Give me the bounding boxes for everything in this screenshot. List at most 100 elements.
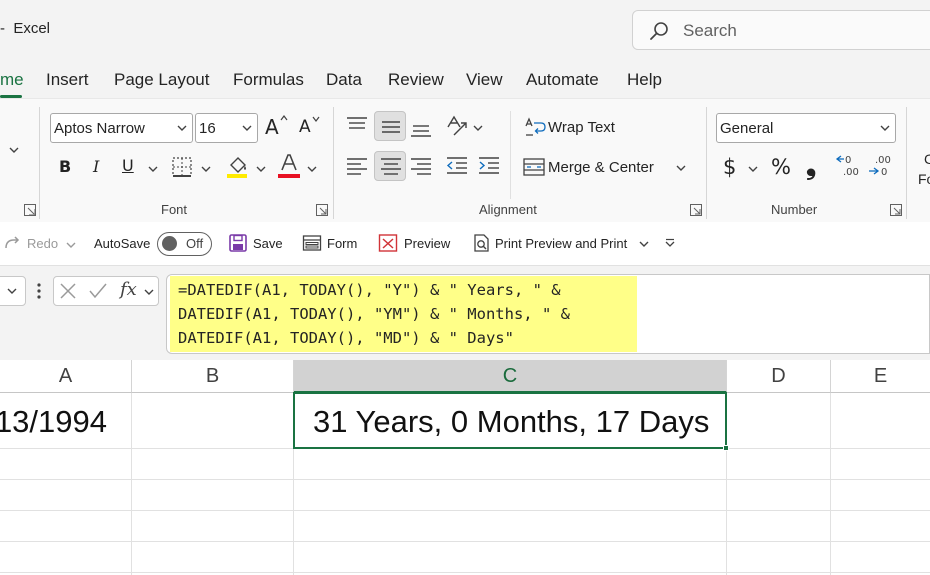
alignment-group-label: Alignment xyxy=(479,202,537,217)
grow-font-button[interactable]: A xyxy=(263,113,291,141)
preview-icon[interactable] xyxy=(378,233,398,253)
search-box[interactable]: Search xyxy=(632,10,930,50)
formula-line-2[interactable]: DATEDIF(A1, TODAY(), "YM") & " Months, "… xyxy=(178,305,570,323)
align-center-icon xyxy=(381,158,401,175)
redo-icon[interactable] xyxy=(2,234,22,254)
chevron-down-icon[interactable] xyxy=(201,164,211,174)
shrink-font-button[interactable]: A xyxy=(295,113,323,141)
form-icon[interactable] xyxy=(302,233,322,253)
font-launcher-icon[interactable] xyxy=(316,204,328,216)
group-divider xyxy=(706,107,707,219)
autosave-toggle[interactable]: Off xyxy=(157,232,212,256)
wrap-text-icon xyxy=(525,117,546,136)
column-header-d[interactable]: D xyxy=(727,360,831,393)
group-divider xyxy=(906,107,907,219)
column-header-e[interactable]: E xyxy=(831,360,930,393)
chevron-down-icon[interactable] xyxy=(66,240,76,250)
customize-qat-icon[interactable] xyxy=(665,238,675,248)
column-header-b[interactable]: B xyxy=(132,360,294,393)
merge-center-button[interactable]: Merge & Center xyxy=(520,153,690,181)
tab-view[interactable]: View xyxy=(466,70,503,90)
font-color-icon[interactable] xyxy=(277,153,301,179)
preview-label[interactable]: Preview xyxy=(404,236,450,251)
chevron-down-icon[interactable] xyxy=(144,287,154,297)
redo-label[interactable]: Redo xyxy=(27,236,58,251)
chevron-down-icon[interactable] xyxy=(473,123,483,133)
increase-indent-icon[interactable] xyxy=(476,153,502,179)
gridline xyxy=(0,510,930,511)
borders-icon[interactable] xyxy=(170,155,194,179)
column-header-c[interactable]: C xyxy=(294,360,727,393)
grow-font-icon: A xyxy=(265,115,279,139)
number-launcher-icon[interactable] xyxy=(890,204,902,216)
font-size-combo[interactable]: 16 xyxy=(195,113,258,143)
fill-color-icon[interactable] xyxy=(225,153,251,179)
font-name-combo[interactable]: Aptos Narrow xyxy=(50,113,193,143)
tab-insert[interactable]: Insert xyxy=(46,70,89,90)
column-header-a[interactable]: A xyxy=(0,360,132,393)
chevron-down-icon[interactable] xyxy=(256,164,266,174)
print-preview-icon[interactable] xyxy=(471,233,491,253)
clipped-label-2: Fo xyxy=(918,171,930,187)
decrease-decimal-icon[interactable]: .000 xyxy=(866,153,896,181)
chevron-down-icon xyxy=(177,125,187,131)
percent-button[interactable]: % xyxy=(771,155,791,179)
name-box[interactable] xyxy=(0,276,26,306)
wrap-text-button[interactable]: Wrap Text xyxy=(520,113,640,141)
clipboard-launcher-icon[interactable] xyxy=(24,204,36,216)
tab-home[interactable]: me xyxy=(0,70,24,98)
chevron-down-icon[interactable] xyxy=(148,164,158,174)
align-bottom-icon[interactable] xyxy=(408,113,434,139)
formula-line-1[interactable]: =DATEDIF(A1, TODAY(), "Y") & " Years, " … xyxy=(178,281,561,299)
search-icon xyxy=(650,22,668,40)
more-options-icon[interactable] xyxy=(36,282,42,300)
tab-page-layout[interactable]: Page Layout xyxy=(114,70,209,90)
chevron-down-icon xyxy=(242,125,252,131)
chevron-down-icon[interactable] xyxy=(639,239,649,249)
increase-decimal-icon[interactable]: 0.00 xyxy=(834,153,864,181)
underline-icon: U xyxy=(122,156,134,175)
tab-automate[interactable]: Automate xyxy=(526,70,599,90)
print-preview-label[interactable]: Print Preview and Print xyxy=(495,236,627,251)
insert-function-icon[interactable]: fx xyxy=(120,279,137,300)
decrease-indent-icon[interactable] xyxy=(444,153,470,179)
comma-style-button[interactable]: ❟ xyxy=(806,151,816,182)
chevron-down-icon xyxy=(7,288,17,294)
align-middle-button[interactable] xyxy=(374,111,406,141)
svg-text:0: 0 xyxy=(881,167,887,178)
font-size-value: 16 xyxy=(199,120,216,137)
tab-data[interactable]: Data xyxy=(326,70,362,90)
save-icon[interactable] xyxy=(228,233,248,253)
svg-text:.00: .00 xyxy=(843,167,859,178)
orientation-icon[interactable] xyxy=(444,113,470,139)
italic-button[interactable]: I xyxy=(84,153,112,181)
cancel-icon[interactable] xyxy=(59,282,77,300)
alignment-launcher-icon[interactable] xyxy=(690,204,702,216)
svg-text:.00: .00 xyxy=(875,155,891,166)
tab-formulas[interactable]: Formulas xyxy=(233,70,304,90)
cell-a1[interactable]: 13/1994 xyxy=(0,393,131,448)
tab-review[interactable]: Review xyxy=(388,70,444,90)
chevron-down-icon[interactable] xyxy=(748,164,758,174)
number-format-combo[interactable]: General xyxy=(716,113,896,143)
chevron-down-icon[interactable] xyxy=(307,164,317,174)
form-label[interactable]: Form xyxy=(327,236,357,251)
tab-help[interactable]: Help xyxy=(627,70,662,90)
ribbon: Aptos Narrow 16 A A B I U Font Wrap Text… xyxy=(0,98,930,222)
title-bar: - Excel Search xyxy=(0,0,930,62)
arrow-down-icon xyxy=(312,116,320,122)
font-name-value: Aptos Narrow xyxy=(54,120,145,137)
align-center-button[interactable] xyxy=(374,151,406,181)
underline-button[interactable]: U xyxy=(116,153,144,181)
fill-handle[interactable] xyxy=(723,445,729,451)
enter-check-icon[interactable] xyxy=(88,282,108,300)
formula-line-3[interactable]: DATEDIF(A1, TODAY(), "MD") & " Days" xyxy=(178,329,514,347)
align-right-icon[interactable] xyxy=(408,153,434,179)
save-label[interactable]: Save xyxy=(253,236,283,251)
bold-button[interactable]: B xyxy=(52,153,80,181)
align-top-icon[interactable] xyxy=(344,113,370,139)
chevron-down-icon[interactable] xyxy=(9,145,19,155)
align-middle-icon xyxy=(382,121,400,133)
currency-button[interactable]: $ xyxy=(723,155,736,179)
align-left-icon[interactable] xyxy=(344,153,370,179)
